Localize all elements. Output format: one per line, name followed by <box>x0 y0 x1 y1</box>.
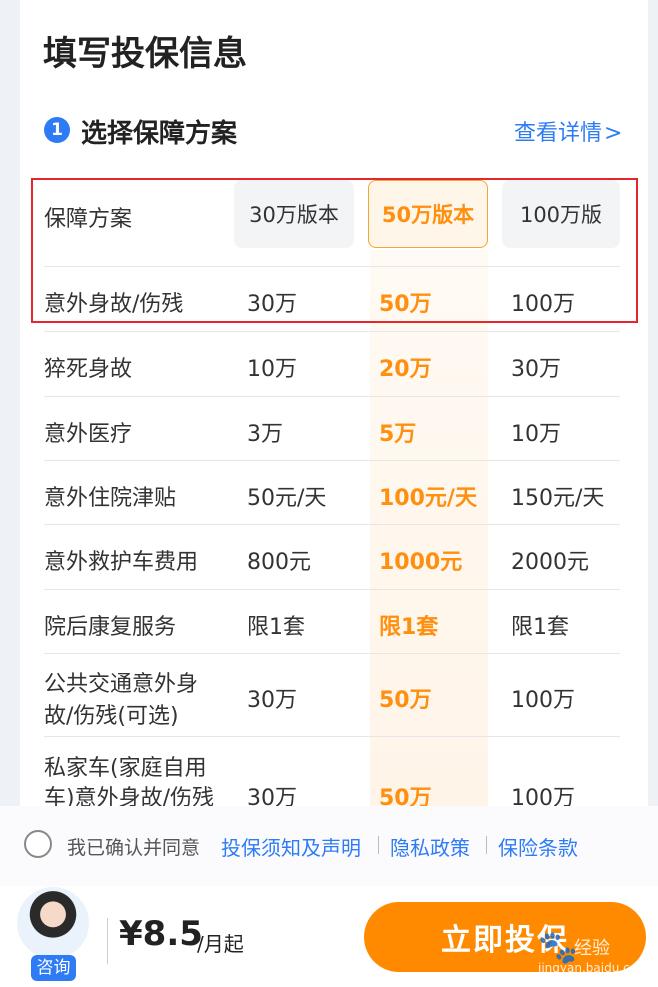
row-label-line1: 公共交通意外身 <box>44 672 199 697</box>
row-value-100w: 150元/天 <box>511 486 605 511</box>
row-value-100w: 100万 <box>511 688 575 713</box>
row-divider <box>44 736 620 737</box>
footer-divider <box>107 918 108 964</box>
row-value-100w: 10万 <box>511 422 561 447</box>
link-separator <box>378 836 379 854</box>
highlight-annotation-box <box>31 178 638 323</box>
row-label: 院后康复服务 <box>44 615 177 640</box>
row-label-line1: 私家车(家庭自用 <box>44 756 207 781</box>
row-value-100w: 30万 <box>511 357 561 382</box>
row-value-30w: 限1套 <box>247 615 305 640</box>
chevron-right-icon: > <box>604 121 623 146</box>
link-separator <box>486 836 487 854</box>
row-value-50w: 100元/天 <box>379 486 477 511</box>
insurance-terms-link[interactable]: 保险条款 <box>498 832 578 861</box>
agree-checkbox[interactable] <box>24 830 52 858</box>
step-number-badge: 1 <box>44 117 70 143</box>
row-divider <box>44 460 620 461</box>
row-value-30w: 30万 <box>247 688 297 713</box>
row-value-30w: 10万 <box>247 357 297 382</box>
row-value-30w: 50元/天 <box>247 486 327 511</box>
view-details-label: 查看详情 <box>514 121 603 146</box>
price-unit: /月起 <box>197 932 244 956</box>
row-label-line2: 故/伤残(可选) <box>44 704 179 729</box>
row-value-30w: 3万 <box>247 422 283 447</box>
row-label: 猝死身故 <box>44 357 133 382</box>
price-amount: ¥8.5 <box>119 914 203 954</box>
notice-declaration-link[interactable]: 投保须知及声明 <box>221 832 361 861</box>
row-value-30w: 800元 <box>247 550 311 575</box>
row-value-50w: 限1套 <box>379 615 439 640</box>
row-label: 意外住院津贴 <box>44 486 177 511</box>
watermark-url: jingyan.baidu.com <box>538 961 649 975</box>
row-label: 意外救护车费用 <box>44 550 199 575</box>
selected-plan-column <box>370 250 488 810</box>
section-title: 选择保障方案 <box>81 119 238 149</box>
row-divider <box>44 589 620 590</box>
agent-avatar[interactable] <box>17 887 89 959</box>
row-value-100w: 限1套 <box>511 615 569 640</box>
watermark-brand: 经验 <box>574 938 610 959</box>
view-details-link[interactable]: 查看详情> <box>514 115 622 147</box>
row-value-50w: 1000元 <box>379 550 463 575</box>
row-divider <box>44 524 620 525</box>
row-value-100w: 2000元 <box>511 550 589 575</box>
consult-button[interactable]: 咨询 <box>31 955 76 981</box>
agree-text: 我已确认并同意 <box>67 837 201 859</box>
row-value-50w: 5万 <box>379 422 417 447</box>
row-label: 意外医疗 <box>44 422 133 447</box>
row-value-50w: 20万 <box>379 357 432 382</box>
row-divider <box>44 396 620 397</box>
baidu-jingyan-watermark: 🐾 经验 jingyan.baidu.com <box>538 928 649 980</box>
row-divider <box>44 331 620 332</box>
row-value-50w: 50万 <box>379 688 432 713</box>
row-divider <box>44 653 620 654</box>
page-title: 填写投保信息 <box>43 34 247 74</box>
privacy-policy-link[interactable]: 隐私政策 <box>390 832 470 861</box>
